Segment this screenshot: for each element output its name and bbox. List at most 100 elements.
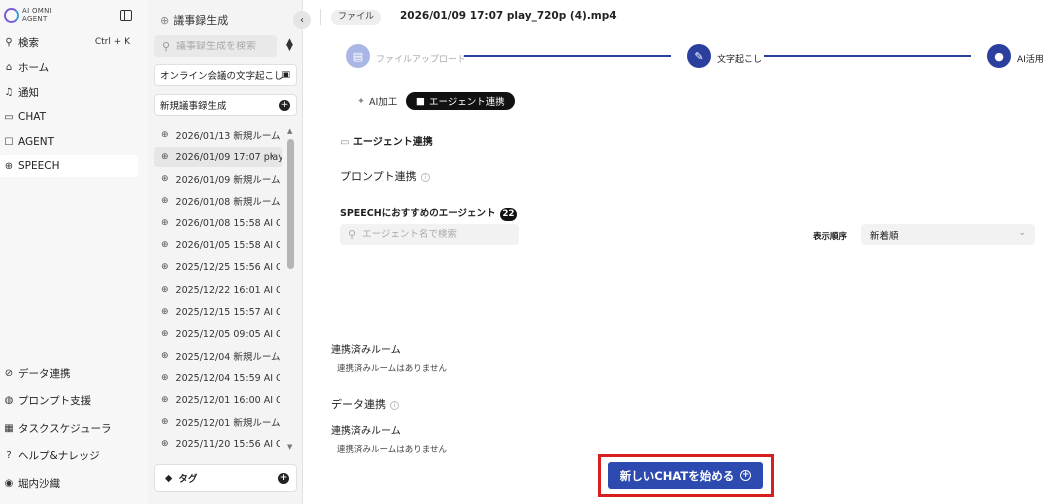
sparkle-icon: ✦ (357, 95, 365, 107)
list-title-text: 議事録生成 (173, 14, 229, 27)
nav-item-speech[interactable]: ⊕ SPEECH (0, 155, 138, 177)
chevron-right-icon[interactable]: › (270, 151, 274, 162)
nav-item-notifications[interactable]: ♫ 通知 (0, 81, 138, 103)
nav-item-home[interactable]: ⌂ ホーム (0, 56, 138, 78)
list-item[interactable]: ⊕ 2025/12/01 新規ルーム (154, 412, 280, 432)
nav-search-label: 検索 (18, 36, 39, 49)
sidebar-toggle-icon[interactable] (120, 10, 132, 21)
list-item[interactable]: ⊕ 2025/12/22 16:01 AI OM… (154, 280, 280, 300)
mic-icon: ⊕ (160, 13, 170, 27)
nav-item-chat[interactable]: ▭ CHAT (0, 106, 138, 128)
scroll-down-arrow[interactable]: ▼ (287, 443, 292, 451)
nav-item-help[interactable]: ? ヘルプ&ナレッジ (0, 444, 138, 466)
data-link-heading: データ連携 i (331, 396, 399, 412)
file-name: 2026/01/09 17:07 play_720p (4).mp4 (400, 10, 617, 22)
new-chat-button[interactable]: 新しいCHATを始める + (608, 462, 763, 489)
agent-search-input[interactable] (362, 229, 513, 240)
tag-button[interactable]: ◆ タグ + (154, 464, 297, 492)
sort-order-value: 新着順 (870, 230, 899, 242)
list-item[interactable]: ⊕ 2026/01/08 15:58 AI OM… (154, 213, 280, 233)
new-minutes-label: 新規議事録生成 (160, 101, 227, 112)
list-item-label: 2026/01/13 新規ルーム (175, 131, 280, 142)
list-item[interactable]: ⊕ 2026/01/05 15:58 AI OM… (154, 235, 280, 255)
new-minutes-button[interactable]: 新規議事録生成 + (154, 94, 297, 116)
no-linked-rooms-text: 連携済みルームはありません (337, 445, 447, 455)
agent-search-box: ⚲ (340, 224, 519, 245)
bell-icon: ♫ (4, 86, 14, 98)
agent-link-heading: ▭ エージェント連携 (340, 137, 433, 148)
robot-icon: ☐ (4, 136, 14, 148)
nav-item-label: プロンプト支援 (18, 394, 92, 407)
chat-icon: ▭ (340, 137, 350, 148)
mic-icon: ⊕ (161, 152, 169, 162)
mic-icon: ⊕ (161, 240, 169, 250)
search-icon: ⚲ (348, 228, 357, 241)
mic-icon: ⊕ (161, 262, 169, 272)
list-item[interactable]: ⊕ 2025/12/15 15:57 AI OM… (154, 302, 280, 322)
list-item-label: 2025/12/22 16:01 AI OM… (175, 284, 280, 296)
nav-item-user[interactable]: ◉ 堀内沙織 (0, 472, 138, 494)
brand-logo[interactable]: AI OMNI AGENT (4, 7, 52, 23)
divider (320, 9, 321, 25)
list-item[interactable]: ⊕ 2025/12/04 新規ルーム #1 (154, 346, 280, 366)
list-item[interactable]: ⊕ 2025/11/20 15:56 AI OM… (154, 434, 280, 454)
speech-room-list: ⊕ 議事録生成 ⚲ ▲▼ オンライン会議の文字起こし ▣ 新規議事録生成 + ⊕… (148, 0, 303, 504)
sort-toggle-icon[interactable]: ▲ ▼ (286, 38, 293, 53)
sort-order-select[interactable]: 新着順 ⌄ (861, 224, 1035, 245)
nav-item-data-link[interactable]: ⊘ データ連携 (0, 362, 138, 384)
list-item[interactable]: ⊕ 2026/01/08 新規ルーム #1 (154, 191, 280, 211)
list-item[interactable]: ⊕ 2025/12/01 16:00 AI OM… (154, 390, 280, 410)
room-search-input[interactable] (176, 40, 272, 52)
list-item[interactable]: ⊕ 2026/01/09 17:07 play_… (154, 147, 282, 167)
list-item-label: 2026/01/09 新規ルーム (175, 175, 280, 186)
step-connector (764, 55, 971, 57)
nav-item-label: ホーム (18, 61, 50, 74)
tab-agent-link[interactable]: ■ エージェント連携 (406, 92, 515, 110)
online-meeting-button[interactable]: オンライン会議の文字起こし ▣ (154, 64, 297, 86)
nav-item-label: SPEECH (18, 160, 60, 172)
mic-icon: ⊕ (161, 174, 169, 184)
list-item[interactable]: ⊕ 2025/12/04 15:59 AI OM… (154, 368, 280, 388)
nav-item-agent[interactable]: ☐ AGENT (0, 131, 138, 153)
step-upload-label: ファイルアップロード (376, 55, 467, 65)
tag-label: タグ (178, 474, 198, 485)
prompt-icon: ◍ (4, 394, 14, 406)
agent-icon: ■ (416, 95, 425, 107)
chevron-down-icon: ⌄ (1018, 228, 1026, 238)
nav-item-label: タスクスケジューラ (18, 422, 112, 435)
nav-item-label: CHAT (18, 111, 47, 123)
list-scrollbar[interactable] (287, 139, 294, 269)
nav-search[interactable]: ⚲ 検索 Ctrl + K (0, 31, 138, 53)
list-item[interactable]: ⊕ 2025/12/05 09:05 AI OM… (154, 324, 280, 344)
list-item[interactable]: ⊕ 2025/12/25 15:56 AI OM… (154, 257, 280, 277)
link-icon: ⊘ (4, 367, 14, 379)
nav-item-label: AGENT (18, 136, 55, 148)
tab-ai-processing[interactable]: ✦ AI加工 (347, 92, 407, 110)
nav-item-task-scheduler[interactable]: ▦ タスクスケジューラ (0, 417, 138, 439)
list-item-label: 2025/12/01 16:00 AI OM… (175, 394, 280, 406)
search-icon: ⚲ (162, 39, 171, 53)
nav-item-prompt-support[interactable]: ◍ プロンプト支援 (0, 389, 138, 411)
info-icon[interactable]: i (420, 172, 430, 182)
prompt-link-heading: プロンプト連携 i (340, 168, 430, 184)
info-icon[interactable]: i (390, 400, 399, 410)
list-item-label: 2025/12/25 15:56 AI OM… (175, 261, 280, 273)
step-transcribe-circle: ✎ (687, 44, 711, 68)
brand-line-2: AGENT (22, 15, 48, 23)
plus-circle-icon: + (740, 470, 752, 481)
list-item[interactable]: ⊕ 2026/01/13 新規ルーム (154, 125, 280, 145)
file-chip: ファイル (331, 10, 382, 25)
list-item-label: 2025/12/05 09:05 AI OM… (175, 328, 280, 340)
tab-label: エージェント連携 (428, 97, 505, 108)
step-upload-circle: ▤ (346, 44, 370, 68)
mic-icon: ⊕ (161, 196, 169, 206)
brand-logo-icon (4, 7, 19, 23)
mic-icon: ⊕ (161, 329, 169, 339)
online-meeting-label: オンライン会議の文字起こし (160, 71, 284, 82)
step-ai-circle: ● (987, 44, 1011, 68)
list-item[interactable]: ⊕ 2026/01/09 新規ルーム (154, 169, 280, 189)
scroll-up-arrow[interactable]: ▲ (287, 127, 292, 135)
main-sidebar: AI OMNI AGENT ⚲ 検索 Ctrl + K ⌂ ホーム ♫ 通知 ▭… (0, 0, 148, 504)
linked-rooms-heading: 連携済みルーム (331, 426, 401, 437)
plus-circle-icon: + (279, 100, 290, 111)
